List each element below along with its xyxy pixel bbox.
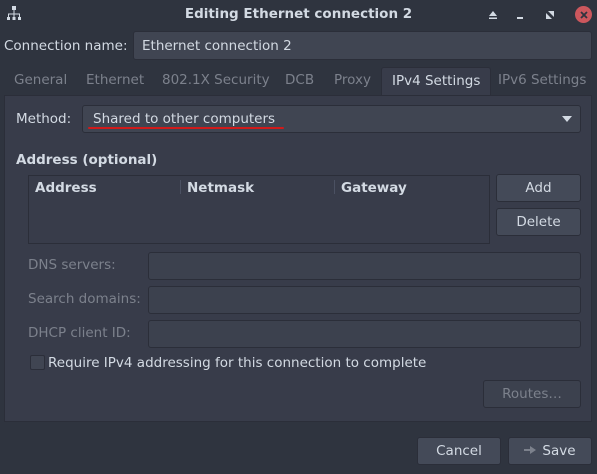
method-selected-value: Shared to other computers [93, 111, 276, 127]
column-separator [334, 180, 335, 194]
shade-icon[interactable] [484, 6, 502, 24]
dhcp-client-id-label: DHCP client ID: [28, 325, 131, 341]
method-label: Method: [16, 111, 72, 127]
title-bar: Editing Ethernet connection 2 [0, 0, 597, 30]
delete-button[interactable]: Delete [496, 208, 581, 236]
tab-ipv4-settings[interactable]: IPv4 Settings [381, 67, 492, 95]
chevron-down-icon [562, 116, 572, 122]
minimize-icon[interactable] [511, 6, 529, 24]
connection-name-input[interactable]: Ethernet connection 2 [133, 31, 592, 60]
require-ipv4-label[interactable]: Require IPv4 addressing for this connect… [48, 355, 426, 371]
close-icon[interactable] [575, 6, 592, 23]
add-button[interactable]: Add [496, 174, 581, 202]
dhcp-client-id-input[interactable] [148, 320, 581, 348]
window-title: Editing Ethernet connection 2 [184, 6, 413, 22]
address-heading: Address (optional) [16, 152, 158, 168]
column-header-address[interactable]: Address [35, 180, 97, 196]
tab-dcb[interactable]: DCB [285, 67, 314, 95]
tab-8021x-security[interactable]: 802.1X Security [162, 67, 270, 95]
column-separator [180, 180, 181, 194]
tab-ipv6-settings[interactable]: IPv6 Settings [498, 67, 586, 95]
dns-servers-label: DNS servers: [28, 257, 116, 273]
dns-servers-input[interactable] [148, 252, 581, 280]
connection-name-label: Connection name: [4, 38, 128, 54]
cancel-button[interactable]: Cancel [417, 437, 501, 465]
save-button[interactable]: Save [508, 437, 592, 465]
require-ipv4-checkbox[interactable] [30, 355, 45, 370]
tab-general[interactable]: General [14, 67, 67, 95]
tab-ethernet[interactable]: Ethernet [86, 67, 144, 95]
tab-proxy[interactable]: Proxy [334, 67, 371, 95]
address-table[interactable]: Address Netmask Gateway [28, 175, 490, 244]
save-icon [524, 446, 537, 454]
column-header-netmask[interactable]: Netmask [187, 180, 254, 196]
column-header-gateway[interactable]: Gateway [341, 180, 407, 196]
search-domains-input[interactable] [148, 286, 581, 314]
maximize-icon[interactable] [541, 6, 559, 24]
annotation-underline [88, 127, 284, 129]
save-label: Save [542, 443, 576, 459]
search-domains-label: Search domains: [28, 291, 141, 307]
routes-button[interactable]: Routes… [483, 380, 581, 408]
